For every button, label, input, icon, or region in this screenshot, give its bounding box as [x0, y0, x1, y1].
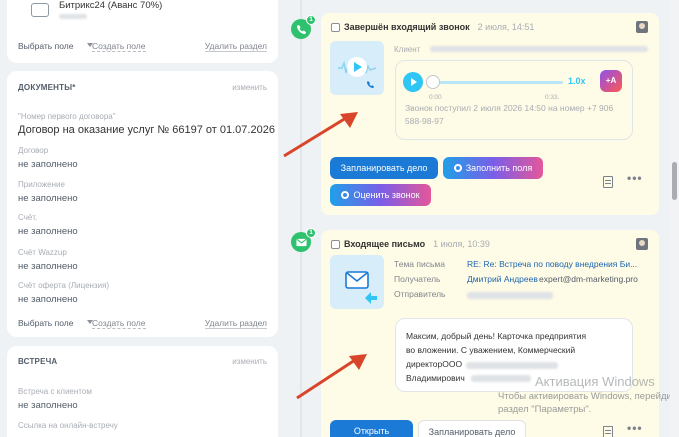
recipient-label: Получатель	[394, 274, 441, 284]
call-record-thumbnail	[330, 41, 384, 95]
delete-section-button[interactable]: Удалить раздел	[204, 318, 267, 329]
select-field-button[interactable]: Выбрать поле	[18, 41, 73, 51]
activation-watermark-text: Чтобы активировать Windows, перейди разд…	[498, 390, 672, 416]
section-title: ВСТРЕЧА	[18, 357, 58, 366]
open-email-button[interactable]: Открыть	[330, 420, 413, 437]
field-label: Счёт Wazzup	[18, 248, 67, 257]
activation-watermark-title: Активация Windows	[535, 374, 655, 389]
blurred-text	[59, 14, 87, 19]
email-thumbnail	[330, 255, 384, 309]
documents-section: ДОКУМЕНТЫ* изменить "Номер первого догов…	[7, 71, 278, 337]
recipient-email: expert@dm-marketing.pro	[539, 274, 638, 284]
schedule-task-button[interactable]: Запланировать дело	[330, 157, 438, 179]
field-value[interactable]: не заполнено	[18, 159, 78, 170]
complete-checkbox[interactable]	[331, 240, 340, 249]
product-icon	[31, 3, 49, 17]
entity-sidebar: Битрикс24 (Аванс 70%) Выбрать поле Созда…	[0, 0, 290, 437]
field-value[interactable]: не заполнено	[18, 294, 78, 305]
avatar[interactable]	[636, 21, 648, 33]
field-value[interactable]: Договор на оказание услуг № 66197 от 01.…	[18, 124, 275, 136]
delete-section-button[interactable]: Удалить раздел	[204, 41, 267, 52]
annotation-arrow	[283, 112, 358, 158]
field-label: Приложение	[18, 180, 65, 189]
audio-progress-handle[interactable]	[426, 75, 440, 89]
field-label: Счёт.	[18, 213, 38, 222]
create-field-button[interactable]: Создать поле	[92, 41, 146, 52]
item-title-text: Входящее письмо	[344, 239, 426, 249]
item-title-text: Завершён входящий звонок	[344, 22, 470, 32]
section-title: ДОКУМЕНТЫ*	[18, 83, 76, 92]
blurred-sender	[467, 292, 553, 299]
more-icon[interactable]: •••	[627, 421, 643, 435]
product-value: Битрикс24 (Аванс 70%)	[59, 0, 163, 11]
timeline-item-call: Завершён входящий звонок 2 июля, 14:51 Кл…	[321, 13, 659, 215]
email-body-line: во вложении. С уважением, Коммерческий	[406, 345, 576, 355]
avatar[interactable]	[636, 238, 648, 250]
rate-call-button[interactable]: Оценить звонок	[330, 184, 431, 206]
time-total: 0:33.	[545, 94, 560, 101]
field-value[interactable]: не заполнено	[18, 193, 78, 204]
field-label: "Номер первого договора"	[18, 112, 116, 121]
scrollbar[interactable]	[670, 0, 679, 437]
audio-progress-track[interactable]	[433, 81, 563, 84]
notes-icon[interactable]	[603, 176, 613, 188]
field-label: Встреча с клиентом	[18, 387, 92, 396]
unread-badge: 1	[306, 228, 316, 238]
field-label: Счёт оферта (Лицензия)	[18, 281, 110, 290]
blurred-name	[471, 375, 531, 382]
copilot-button[interactable]: +A	[600, 70, 622, 92]
schedule-task-button[interactable]: Запланировать дело	[418, 420, 526, 437]
edit-section-link[interactable]: изменить	[232, 83, 267, 92]
rate-call-label: Оценить звонок	[353, 190, 420, 200]
scrollbar-thumb[interactable]	[672, 162, 677, 200]
edit-section-link[interactable]: изменить	[232, 357, 267, 366]
field-label: Договор	[18, 146, 49, 155]
item-title: Завершён входящий звонок 2 июля, 14:51	[344, 22, 534, 32]
create-field-button[interactable]: Создать поле	[92, 318, 146, 329]
item-date: 1 июля, 10:39	[433, 239, 490, 249]
watermark-line: раздел "Параметры".	[498, 404, 592, 415]
item-title: Входящее письмо 1 июля, 10:39	[344, 239, 490, 249]
sender-label: Отправитель	[394, 289, 446, 299]
annotation-arrow	[296, 354, 367, 400]
field-value[interactable]: не заполнено	[18, 226, 78, 237]
email-body-line: Максим, добрый день! Карточка предприяти…	[406, 331, 587, 341]
call-description: Звонок поступил 2 июля 2026 14:50 на ном…	[405, 103, 614, 126]
complete-checkbox[interactable]	[331, 23, 340, 32]
fill-fields-button[interactable]: Заполнить поля	[443, 157, 543, 179]
fill-fields-label: Заполнить поля	[465, 163, 533, 173]
field-label: Ссылка на онлайн-встречу	[18, 421, 118, 430]
more-icon[interactable]: •••	[627, 171, 643, 185]
select-field-button[interactable]: Выбрать поле	[18, 318, 73, 328]
unread-badge: 1	[306, 15, 316, 25]
audio-player: 1.0x +A 0:00 0:33. Звонок поступил 2 июл…	[395, 60, 633, 140]
field-value[interactable]: не заполнено	[18, 261, 78, 272]
watermark-line: Чтобы активировать Windows, перейди	[498, 391, 672, 402]
subject-label: Тема письма	[394, 259, 445, 269]
notes-icon[interactable]	[603, 426, 613, 437]
subject-link[interactable]: RE: Re: Встреча по поводу внедрения Би..…	[467, 257, 637, 272]
section-card-top: Битрикс24 (Аванс 70%) Выбрать поле Созда…	[7, 0, 278, 63]
playback-speed[interactable]: 1.0x	[568, 76, 586, 86]
copilot-icon	[453, 164, 462, 172]
client-label: Клиент	[394, 45, 421, 54]
play-icon[interactable]	[403, 72, 423, 92]
meeting-section: ВСТРЕЧА изменить Встреча с клиентом не з…	[7, 346, 278, 437]
field-value[interactable]: не заполнено	[18, 400, 78, 411]
blurred-client	[430, 46, 648, 52]
item-date: 2 июля, 14:51	[477, 22, 535, 32]
recipient-name[interactable]: Дмитрий Андреев	[467, 272, 538, 287]
copilot-icon	[341, 191, 350, 199]
time-current: 0:00	[429, 94, 442, 101]
blurred-company	[466, 362, 558, 369]
